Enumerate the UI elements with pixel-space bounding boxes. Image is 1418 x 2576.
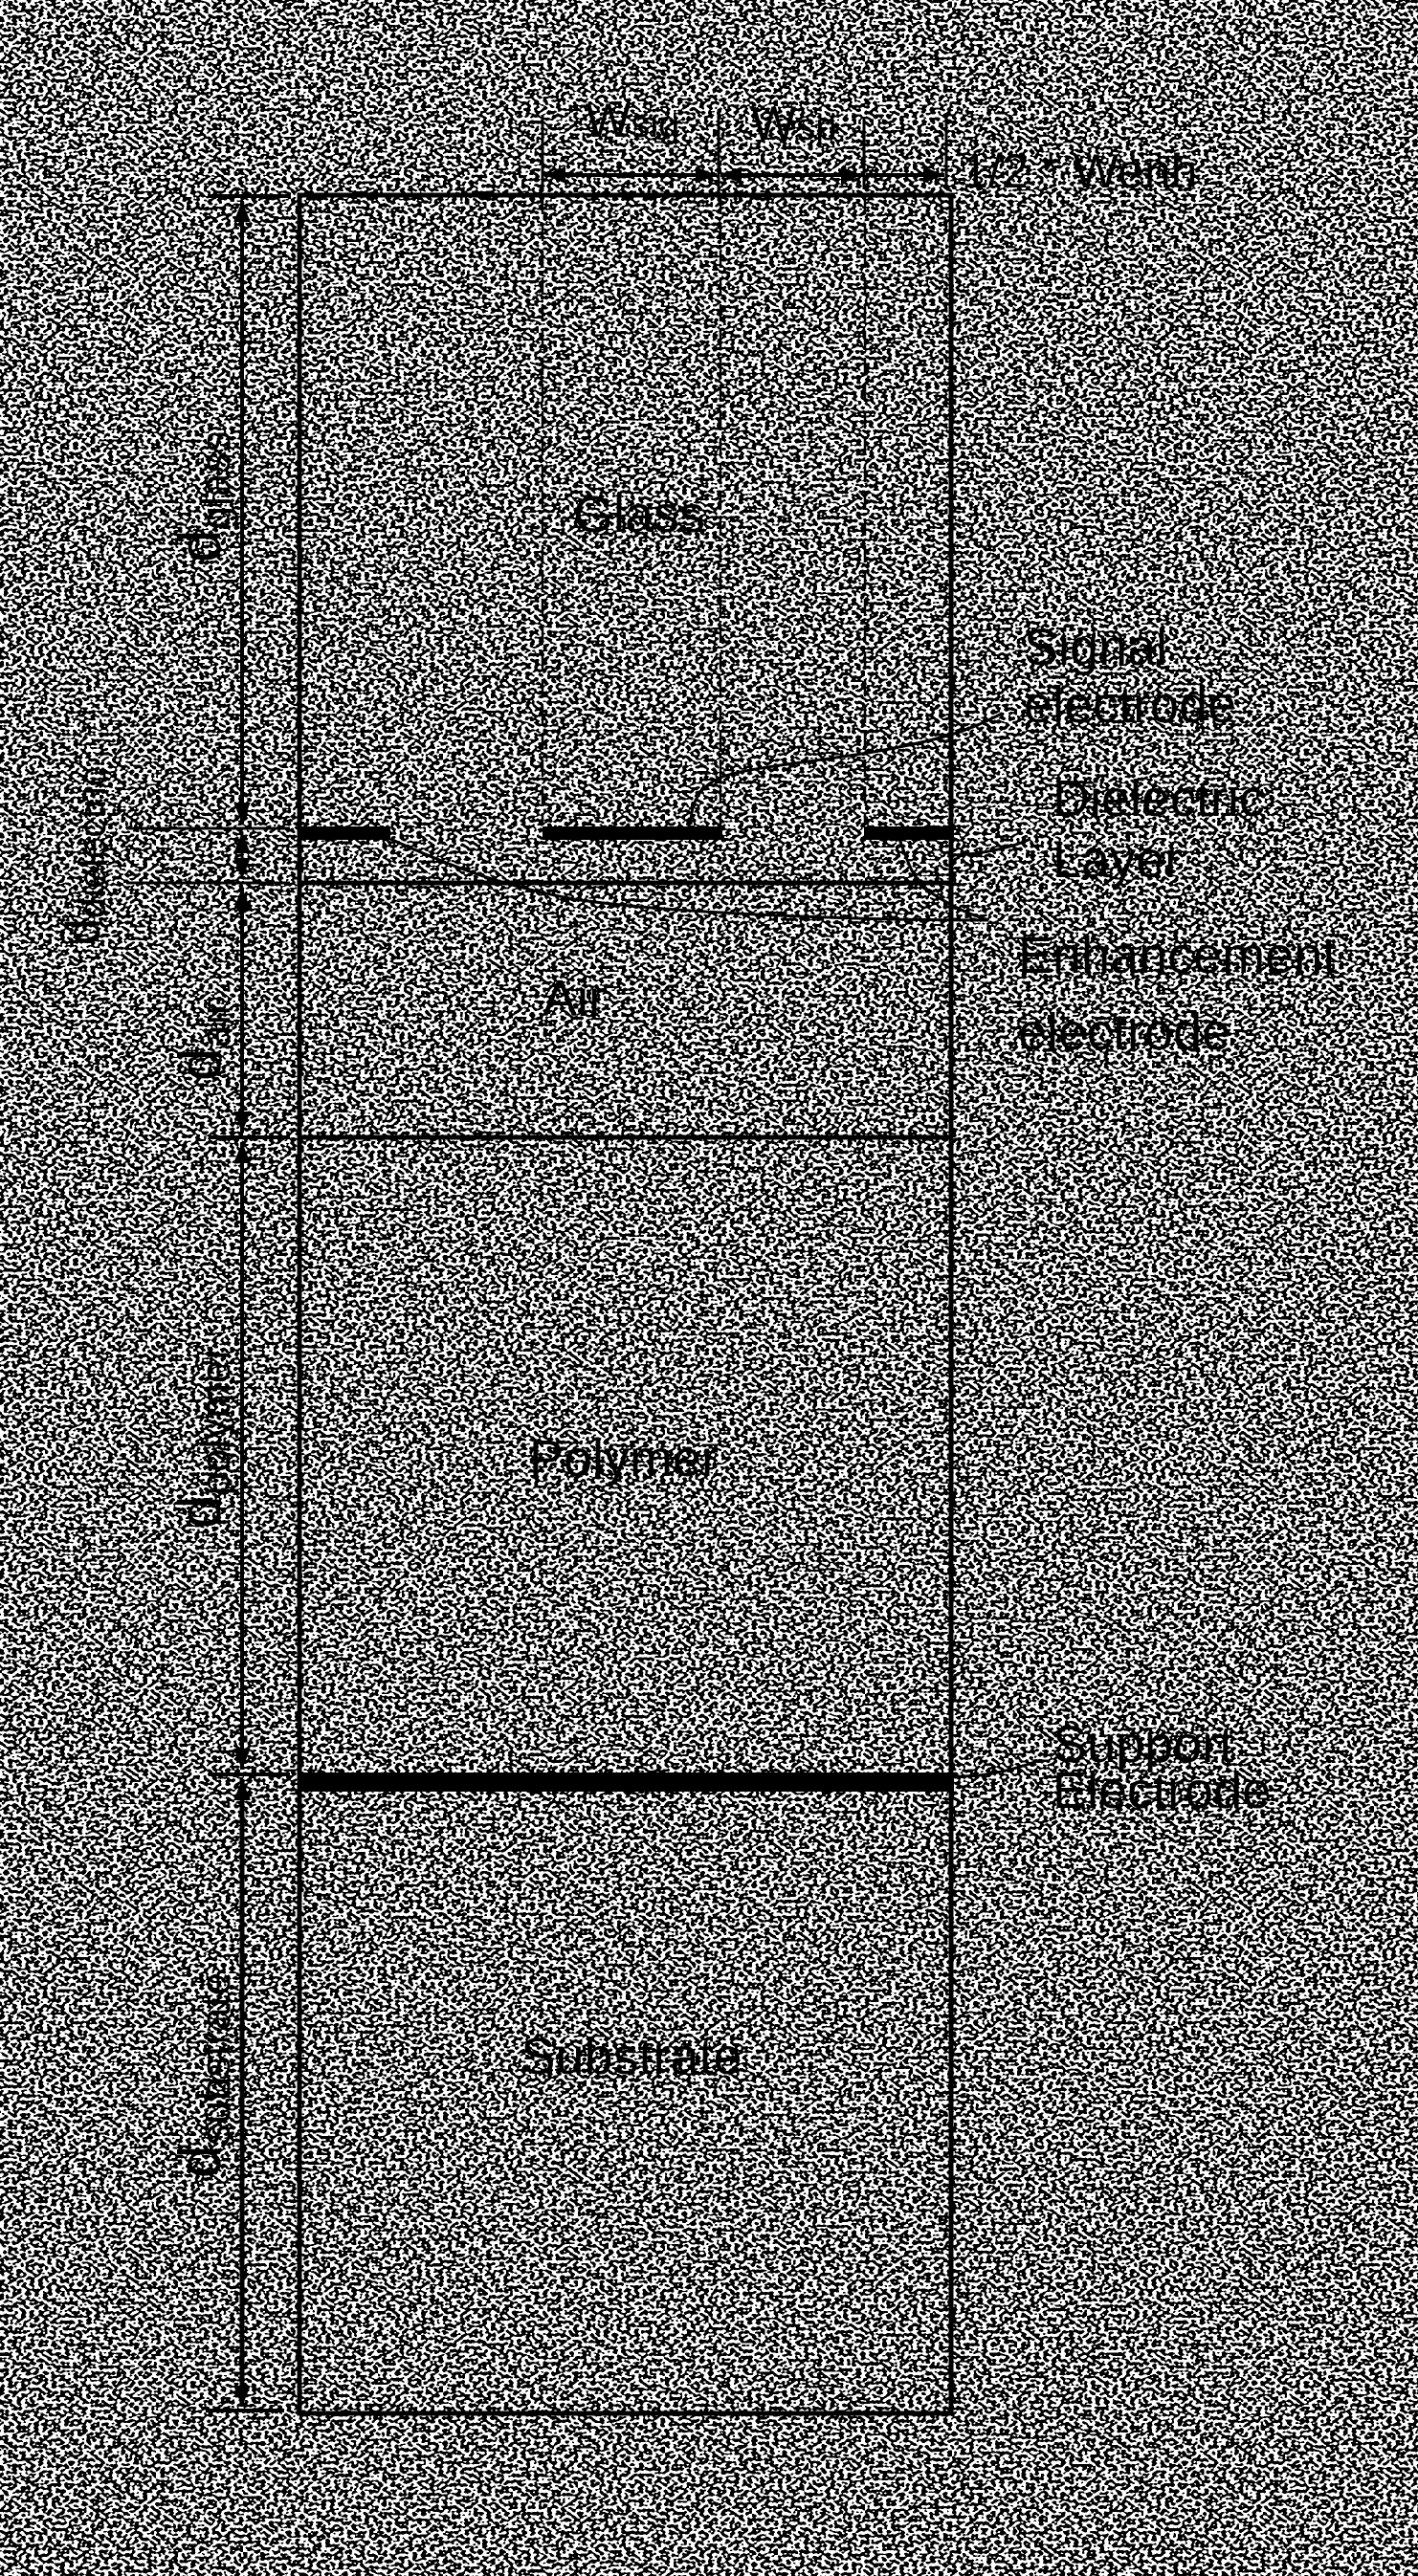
callout-labels: Signal electrode Dielectric Layer Enhanc… — [1018, 619, 1337, 1819]
callout-enhancement-1: Enhancement — [1018, 927, 1337, 984]
callout-signal-2: electrode — [1024, 676, 1236, 734]
enhancement-electrode-right — [864, 826, 954, 840]
d-air-label: dair — [167, 1002, 239, 1081]
thickness-labels: dglass ddielectric dair dpolymer dsubstr… — [56, 431, 239, 2178]
label-polymer: Polymer — [529, 1430, 719, 1487]
signal-electrode — [543, 826, 722, 840]
callout-dielectric-1: Dielectric — [1052, 770, 1265, 827]
leader-support-electrode — [953, 1758, 1041, 1778]
layer-air — [299, 883, 951, 1137]
callout-support-2: Electrode — [1052, 1762, 1271, 1819]
w-sig-label: Wsig — [586, 94, 679, 147]
substrate-texture — [299, 1792, 951, 2413]
air-texture — [299, 883, 951, 1137]
layer-substrate — [299, 1792, 951, 2413]
d-substrate-label: dsubstrate — [167, 1972, 239, 2178]
layer-stack-diagram: Glass Air Polymer Substrate Wsig Wsp 1/2… — [56, 94, 1337, 2416]
d-dielectric-label: ddielectric — [56, 767, 114, 945]
label-glass: Glass — [573, 486, 705, 543]
d-glass-label: dglass — [167, 431, 239, 562]
d-polymer-label: dpolymer — [167, 1346, 239, 1529]
callout-dielectric-2: Layer — [1052, 831, 1182, 889]
w-enh-label: 1/2 * Wenh — [962, 144, 1197, 198]
w-sp-label: Wsp — [751, 97, 836, 150]
leader-dielectric-layer — [951, 837, 1031, 857]
label-air: Air — [543, 970, 606, 1027]
support-electrode — [299, 1772, 954, 1792]
width-labels: Wsig Wsp 1/2 * Wenh — [586, 94, 1197, 198]
callout-signal-1: Signal — [1024, 619, 1167, 676]
enhancement-electrode-left — [299, 826, 390, 840]
callout-enhancement-2: electrode — [1018, 1003, 1230, 1061]
label-substrate: Substrate — [521, 2028, 742, 2085]
